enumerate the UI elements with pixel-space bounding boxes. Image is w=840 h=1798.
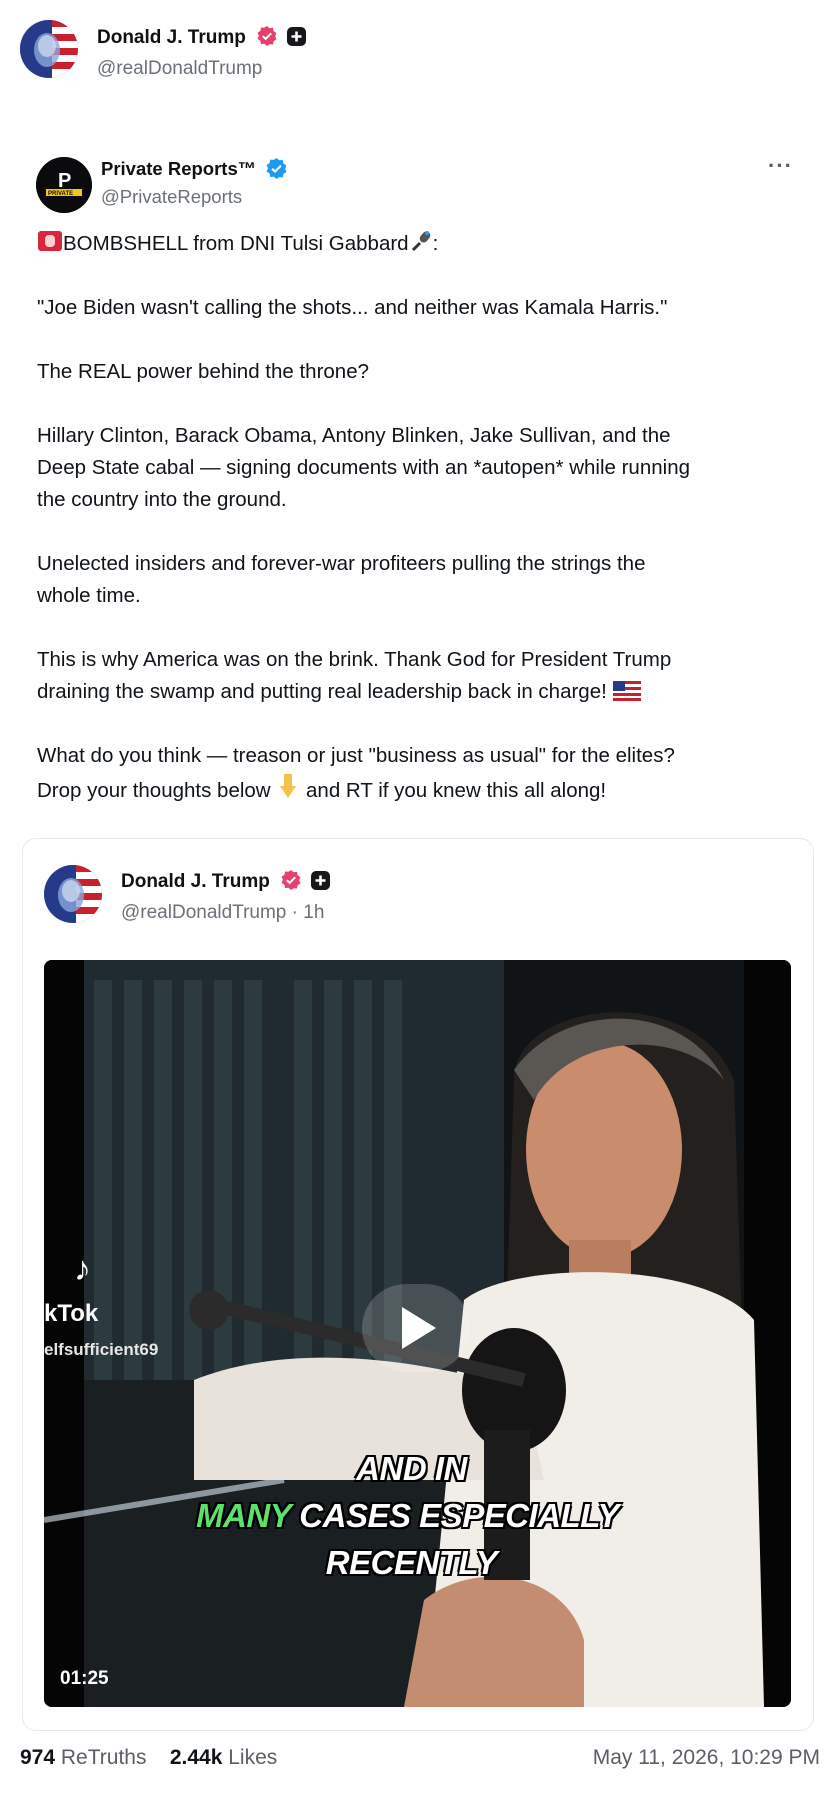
more-icon[interactable]: ··· — [768, 153, 793, 179]
video-player[interactable]: ♪ kTok elfsufficient69 AND IN MANY CASES… — [44, 960, 791, 1707]
post-author-name[interactable]: Private Reports™ — [101, 158, 287, 180]
us-flag-emoji — [612, 681, 641, 701]
tiktok-watermark-user: elfsufficient69 — [44, 1340, 159, 1359]
reposter-name[interactable]: Donald J. Trump — [97, 26, 307, 49]
tiktok-logo-icon: ♪ — [74, 1250, 91, 1288]
video-caption-line: MANY CASES ESPECIALLY — [195, 1496, 620, 1535]
reposter-handle[interactable]: @realDonaldTrump — [97, 58, 262, 80]
reposter-avatar[interactable] — [20, 20, 78, 78]
post-footer: 974 ReTruths 2.44k Likes May 11, 2026, 1… — [20, 1746, 820, 1770]
video-duration: 01:25 — [60, 1668, 109, 1689]
quoted-author-name[interactable]: Donald J. Trump — [121, 870, 331, 893]
post-timestamp[interactable]: May 11, 2026, 10:29 PM — [593, 1746, 820, 1770]
quoted-author-name-text: Donald J. Trump — [121, 871, 270, 892]
video-caption-line: AND IN — [355, 1449, 468, 1488]
quoted-post-time: · 1h — [291, 902, 325, 923]
verified-badge-icon — [281, 870, 301, 890]
reposter-name-text: Donald J. Trump — [97, 27, 246, 48]
quoted-author-handle[interactable]: @realDonaldTrump · 1h — [121, 902, 324, 924]
post-author-name-text: Private Reports™ — [101, 158, 257, 179]
likes-stat[interactable]: 2.44k Likes — [170, 1746, 277, 1769]
retruths-stat[interactable]: 974 ReTruths — [20, 1746, 146, 1769]
play-icon[interactable] — [362, 1284, 470, 1372]
post-body: BOMBSHELL from DNI Tulsi Gabbard: "Joe B… — [37, 228, 797, 807]
quoted-author-avatar[interactable] — [44, 865, 102, 923]
plus-badge-icon — [311, 871, 331, 890]
post-author-avatar[interactable]: P PRIVATE — [36, 157, 92, 213]
plus-badge-icon — [287, 27, 307, 46]
microphone-emoji — [411, 231, 430, 252]
post-paragraph: Hillary Clinton, Barack Obama, Antony Bl… — [37, 424, 690, 511]
verified-badge-icon — [266, 158, 287, 179]
post-author-handle[interactable]: @PrivateReports — [101, 186, 242, 208]
verified-badge-icon — [257, 26, 277, 46]
video-caption-line: RECENTLY — [325, 1543, 498, 1582]
point-down-emoji — [280, 774, 297, 798]
post-paragraph-question: What do you think — treason or just "bus… — [37, 744, 675, 802]
tiktok-watermark-brand: kTok — [44, 1300, 99, 1327]
post-paragraph: Unelected insiders and forever-war profi… — [37, 552, 646, 607]
post-headline: BOMBSHELL from DNI Tulsi Gabbard: — [37, 228, 797, 260]
avatar-word: PRIVATE — [48, 191, 73, 197]
siren-emoji — [38, 231, 62, 251]
post-paragraph: "Joe Biden wasn't calling the shots... a… — [37, 296, 668, 319]
avatar-letter: P — [58, 170, 71, 192]
post-paragraph: The REAL power behind the throne? — [37, 360, 370, 383]
post-paragraph-flag: This is why America was on the brink. Th… — [37, 648, 672, 703]
